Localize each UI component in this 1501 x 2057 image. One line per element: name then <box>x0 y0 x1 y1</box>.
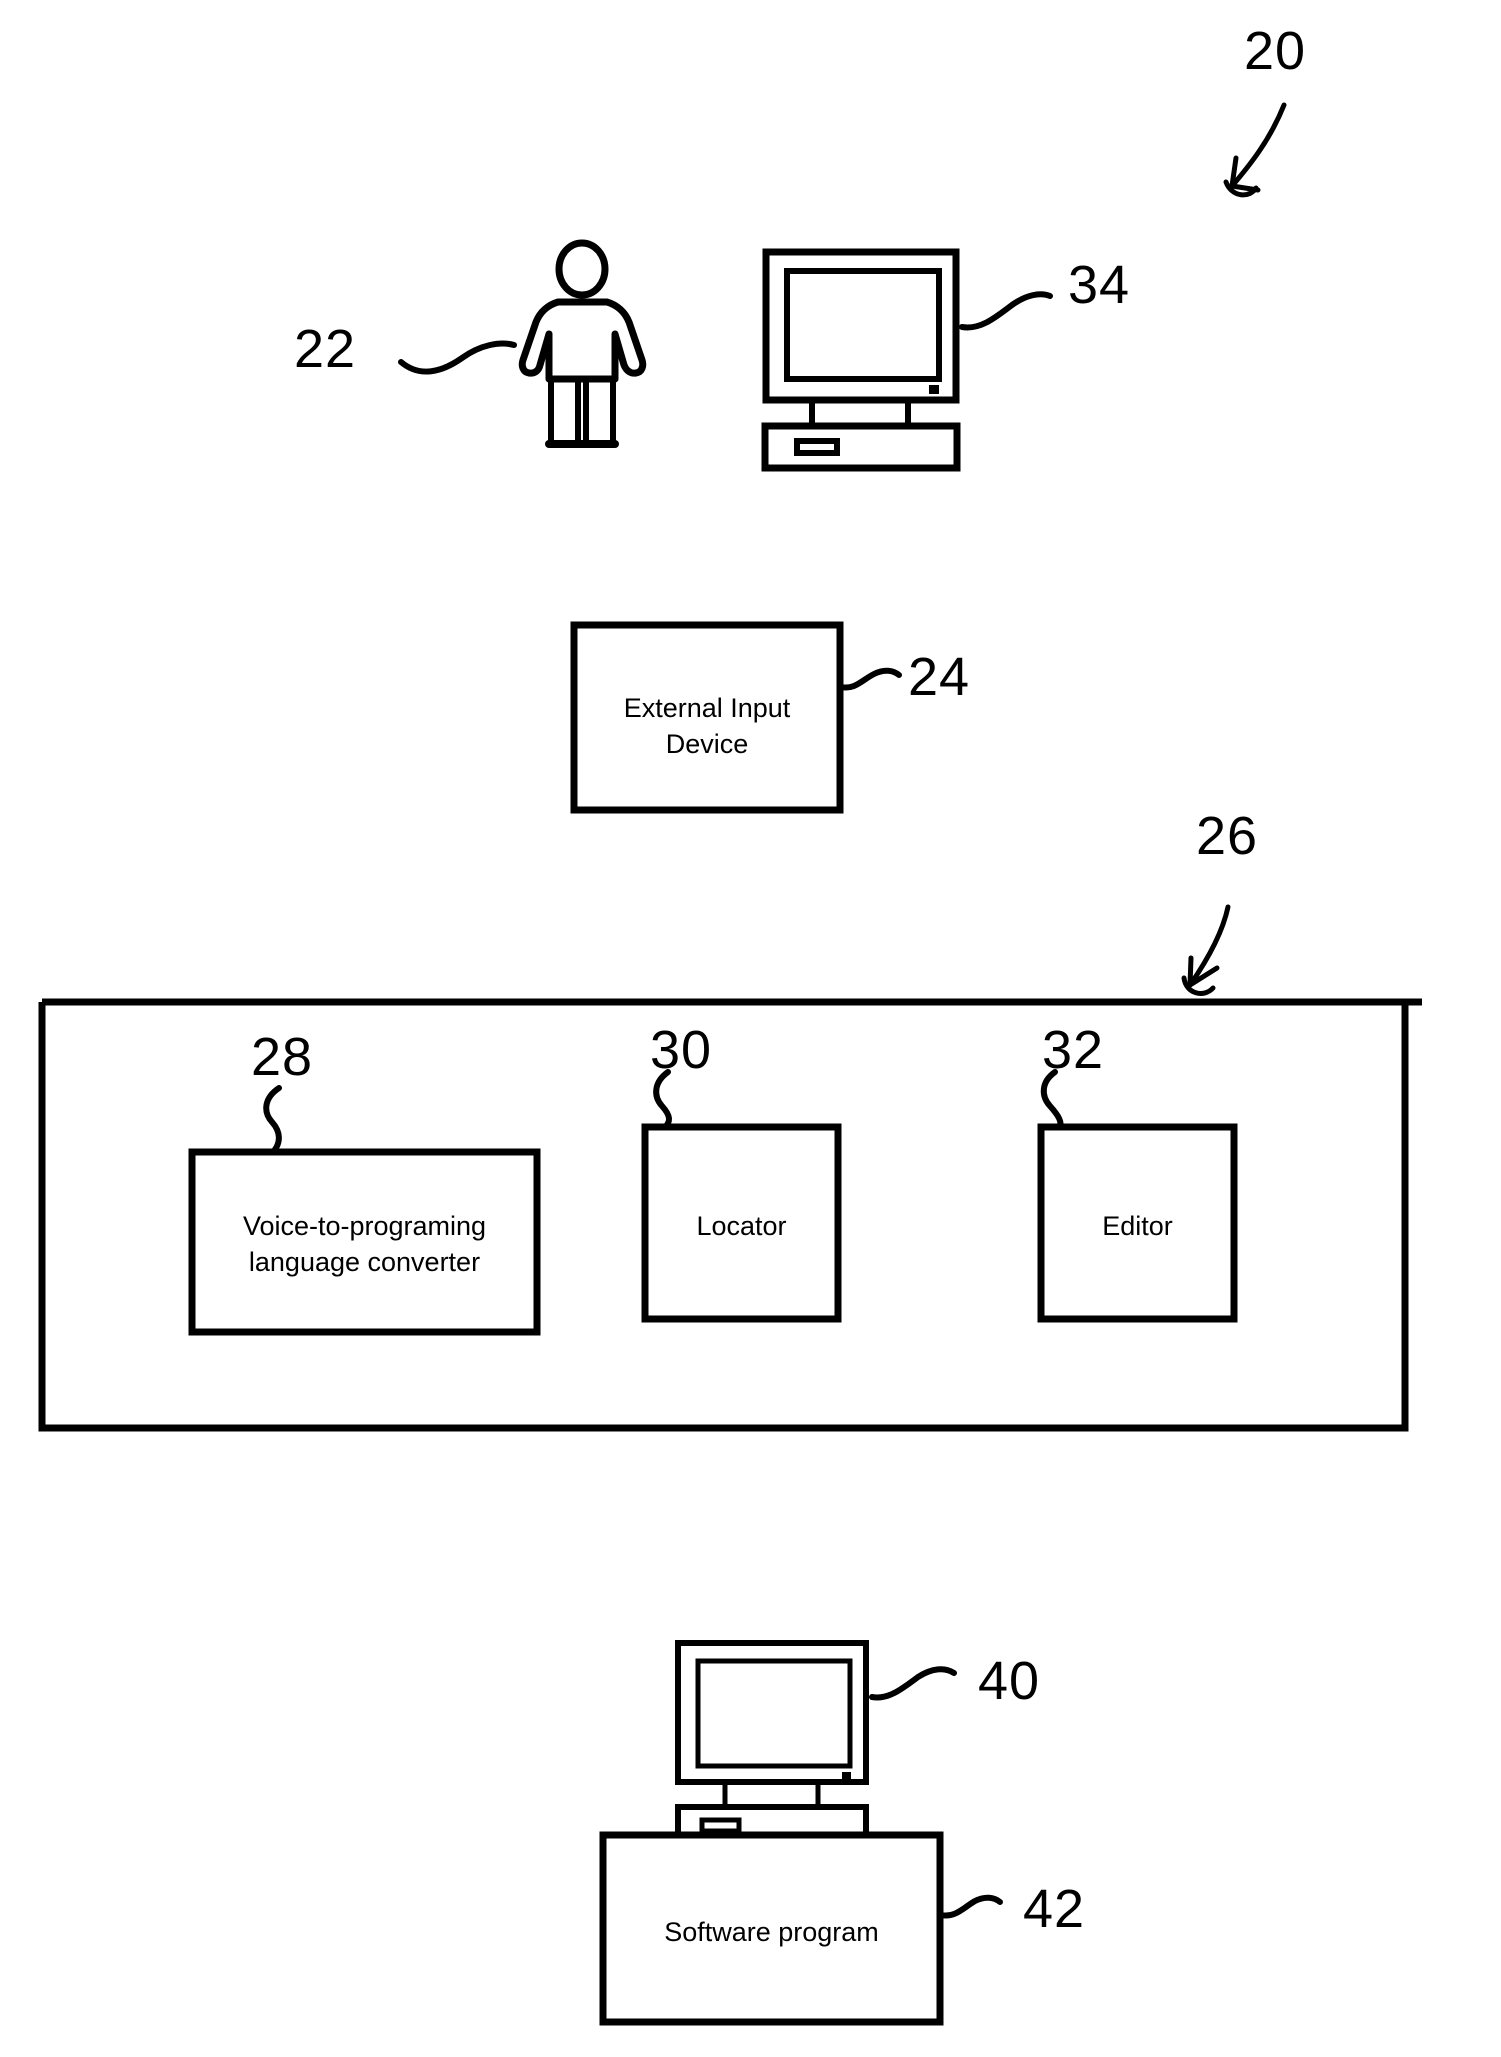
leader-squiggle-28 <box>263 1085 282 1155</box>
locator-label: Locator <box>696 1211 787 1241</box>
ref-numeral-34: 34 <box>1068 255 1131 315</box>
user-computer <box>761 248 961 472</box>
target-computer <box>675 1640 869 1845</box>
leader-arrow-20 <box>1223 102 1287 198</box>
ref-numeral-32: 32 <box>1042 1020 1105 1080</box>
leader-squiggle-24 <box>838 667 902 691</box>
ref-numeral-30: 30 <box>650 1020 713 1080</box>
leader-squiggle-32 <box>1040 1069 1064 1131</box>
ref-numeral-28: 28 <box>251 1027 314 1087</box>
ref-numeral-42: 42 <box>1023 1879 1086 1939</box>
ref-numeral-40: 40 <box>978 1651 1041 1711</box>
editor-label: Editor <box>1102 1211 1173 1241</box>
software-program-label: Software program <box>664 1917 879 1947</box>
figure-linework <box>38 102 1422 2026</box>
ref-numeral-24: 24 <box>908 647 971 707</box>
leader-squiggle-30 <box>653 1069 672 1131</box>
user-figure <box>518 239 647 448</box>
leader-squiggle-34 <box>959 291 1053 331</box>
patent-figure: 20 22 34 24 26 28 30 32 40 42 External I… <box>0 0 1501 2057</box>
leader-squiggle-40 <box>869 1666 957 1701</box>
ref-numeral-22: 22 <box>294 319 357 379</box>
converter-label: Voice-to-programing language converter <box>242 1211 487 1278</box>
leader-squiggle-22 <box>398 340 517 375</box>
leader-squiggle-42 <box>938 1894 1003 1919</box>
ref-numeral-20: 20 <box>1244 21 1307 81</box>
ref-numeral-26: 26 <box>1196 806 1259 866</box>
external-input-device-label: External Input Device <box>623 693 791 760</box>
leader-arrow-26 <box>1181 904 1231 996</box>
